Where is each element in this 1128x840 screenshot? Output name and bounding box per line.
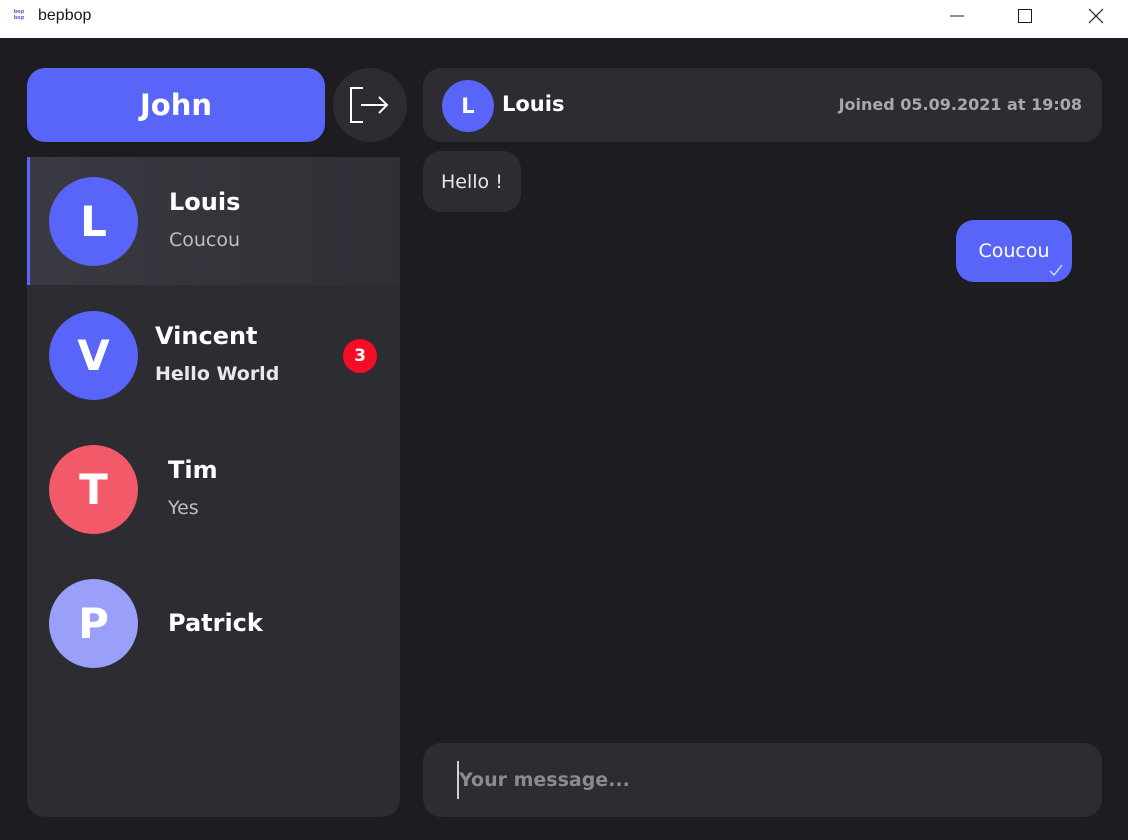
minimize-icon	[950, 15, 964, 17]
conversation-last-message: Yes	[168, 497, 199, 519]
conversation-item-patrick[interactable]: P Patrick	[27, 559, 400, 687]
close-button[interactable]	[1073, 0, 1119, 32]
logout-icon	[350, 87, 389, 123]
conversation-last-message: Coucou	[169, 229, 241, 251]
avatar: L	[442, 80, 494, 132]
avatar: V	[49, 311, 138, 400]
message-text: Coucou	[978, 240, 1050, 262]
joined-date: Joined 05.09.2021 at 19:08	[838, 95, 1082, 114]
minimize-button[interactable]	[934, 0, 980, 32]
window-titlebar: bep bop bepbop	[0, 0, 1128, 38]
maximize-icon	[1018, 9, 1032, 23]
chat-header: L Louis Joined 05.09.2021 at 19:08	[423, 68, 1102, 142]
conversation-name: Patrick	[168, 609, 263, 637]
logout-button[interactable]	[333, 68, 407, 142]
avatar: P	[49, 579, 138, 668]
conversation-item-louis[interactable]: L Louis Coucou	[27, 157, 400, 285]
close-icon	[1088, 8, 1104, 24]
avatar: T	[49, 445, 138, 534]
conversation-name: Tim	[168, 456, 218, 484]
avatar: L	[49, 177, 138, 266]
maximize-button[interactable]	[1002, 0, 1048, 32]
window-title: bepbop	[38, 7, 92, 24]
conversation-last-message: Hello World	[155, 363, 280, 385]
chat-contact-name: Louis	[502, 92, 565, 116]
conversation-item-tim[interactable]: T Tim Yes	[27, 425, 400, 553]
composer	[423, 743, 1102, 817]
message-bubble-outgoing: Coucou	[956, 220, 1072, 282]
conversation-list: L Louis Coucou V Vincent Hello World T T…	[27, 157, 400, 817]
conversation-name: Vincent	[155, 322, 258, 350]
message-bubble-incoming: Hello !	[423, 151, 521, 212]
message-input[interactable]	[457, 761, 1077, 799]
conversation-name: Louis	[169, 188, 241, 216]
app-logo-icon: bep bop	[13, 9, 25, 21]
profile-button[interactable]: John	[27, 68, 325, 142]
check-icon	[1049, 264, 1063, 276]
unread-badge: 3	[343, 339, 377, 373]
